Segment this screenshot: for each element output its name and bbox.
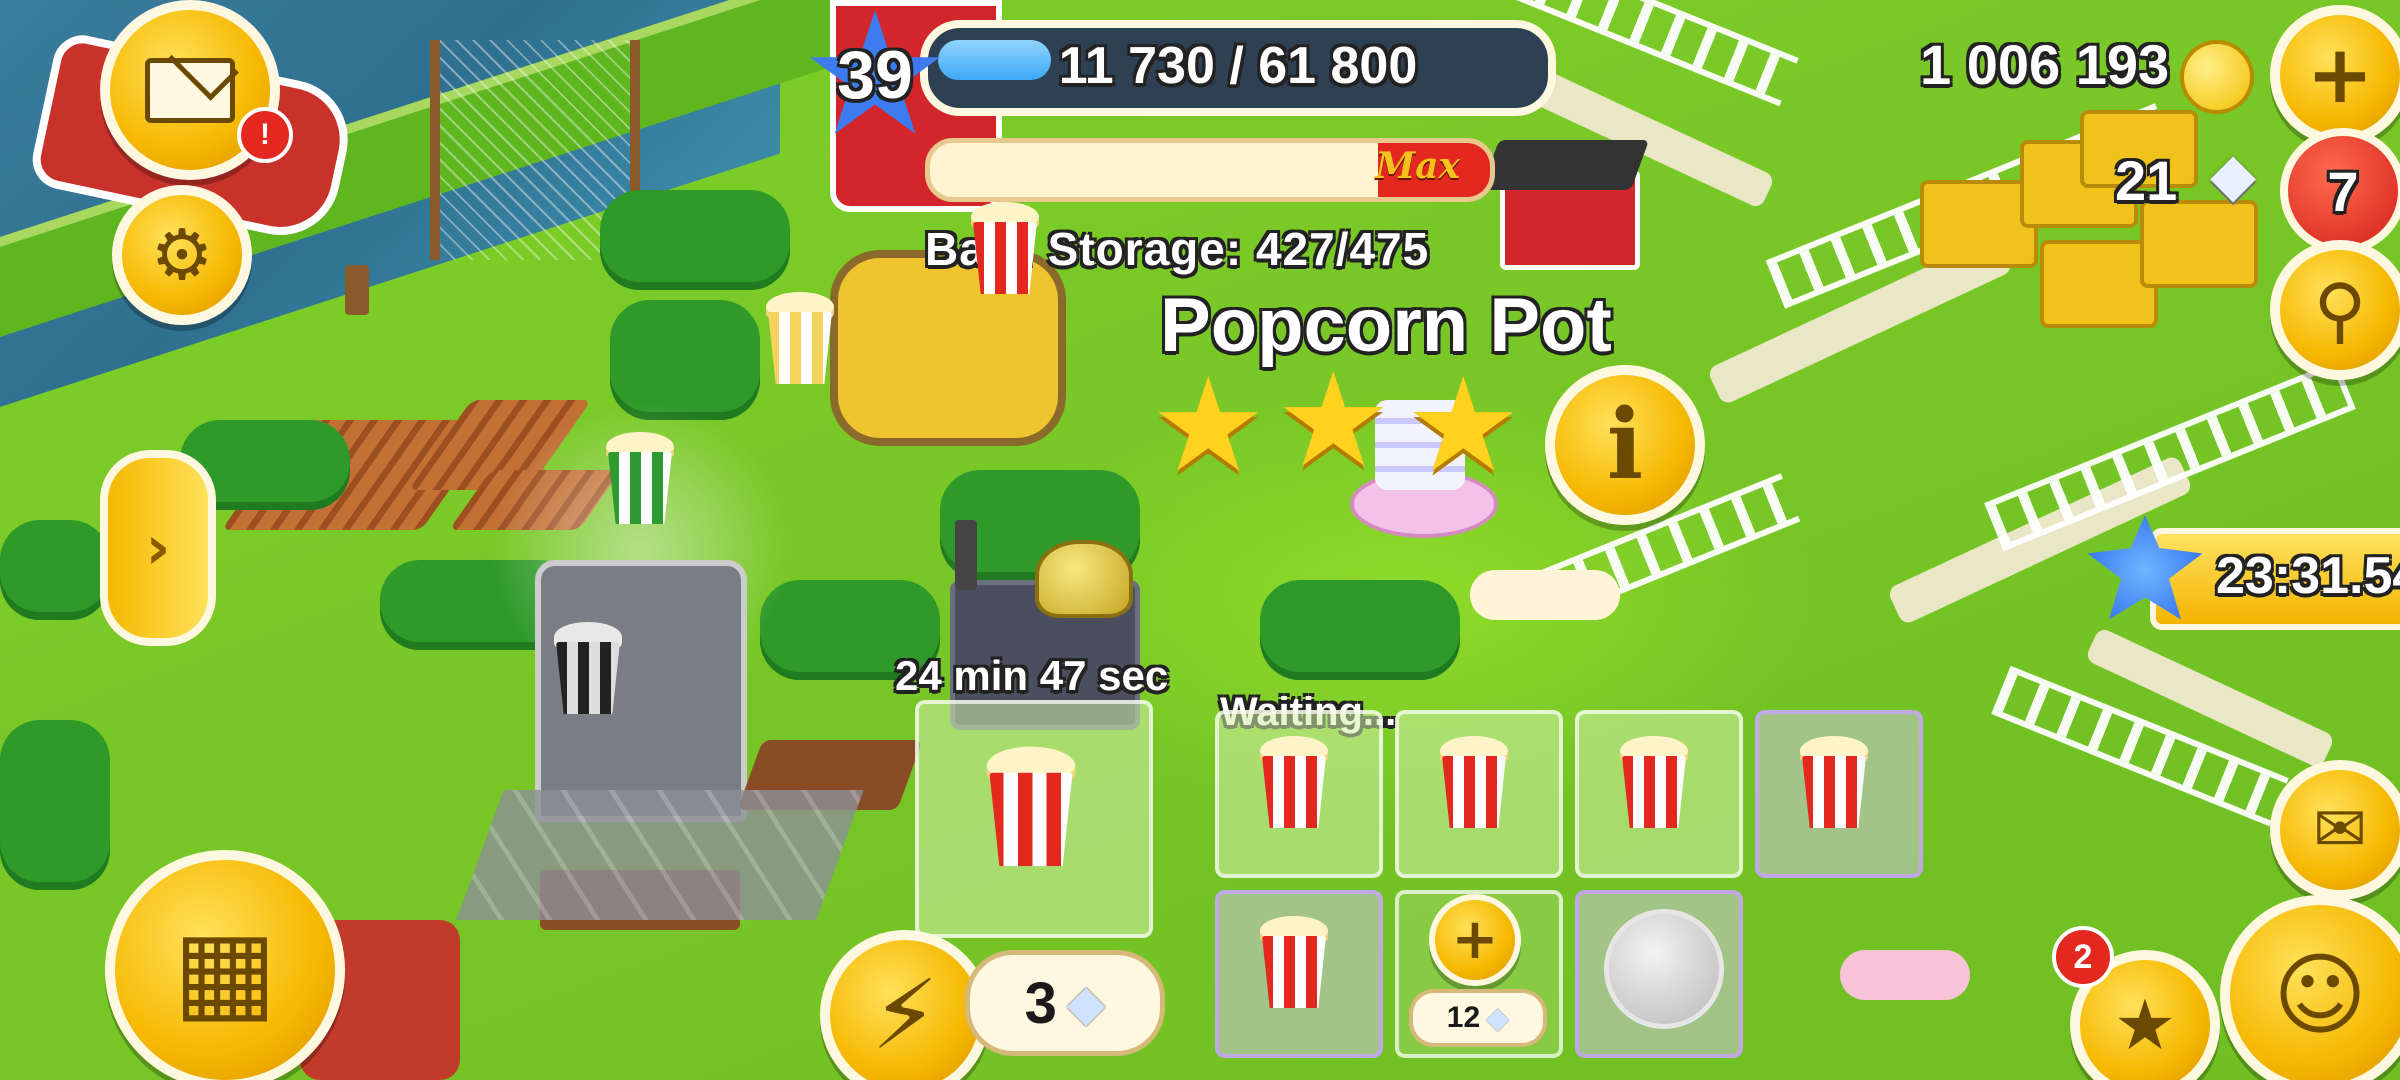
post <box>345 265 369 315</box>
map-icon: ✉ <box>2313 793 2367 867</box>
mail-alert-badge: ! <box>237 107 293 163</box>
coin-count: 1 006 193 <box>1920 33 2170 96</box>
fence <box>1984 360 2356 552</box>
diamond-icon: ◆ <box>1486 1000 1510 1036</box>
popcorn-item <box>1794 734 1874 829</box>
side-expand-button[interactable]: › <box>100 450 216 646</box>
bush <box>0 520 110 620</box>
unlock-cost-pill[interactable]: 12 ◆ <box>1409 989 1547 1047</box>
hay-bale <box>2140 200 2258 288</box>
friends-button[interactable]: ☺ <box>2220 895 2400 1080</box>
stone-floor <box>456 790 864 920</box>
coin-icon <box>2180 40 2254 114</box>
farm-scene[interactable]: ! ⚙ › ▦ 11 730 / 61 800 ★ 39 1 006 193 +… <box>0 0 2400 1080</box>
settings-button[interactable]: ⚙ <box>112 185 252 325</box>
add-slot[interactable]: + 12 ◆ <box>1395 890 1563 1058</box>
queue-slot[interactable] <box>1575 710 1743 878</box>
popcorn-recipe-item[interactable] <box>965 200 1055 310</box>
notification-button[interactable]: 7 <box>2280 128 2400 254</box>
gear-icon: ⚙ <box>150 214 214 296</box>
popcorn-item <box>979 744 1122 926</box>
queue-slot[interactable] <box>1215 890 1383 1058</box>
locked-slot[interactable] <box>1575 890 1743 1058</box>
buy-coins-button[interactable]: + <box>2270 5 2400 145</box>
cards-badge-count: 2 <box>2073 937 2093 976</box>
rating-star-3: ★ <box>1405 349 1522 501</box>
unlock-cost-value: 12 <box>1446 1001 1481 1034</box>
popcorn-pot[interactable] <box>1035 540 1133 618</box>
notification-count: 7 <box>2327 159 2359 223</box>
event-timer-banner[interactable]: 23:31.54 <box>2150 528 2400 630</box>
diamond-icon: ◆ <box>2210 140 2257 210</box>
event-timer-text: 23:31.54 <box>2216 547 2400 605</box>
envelope-icon <box>145 29 239 123</box>
map-button[interactable]: ✉ <box>2270 760 2400 900</box>
speedup-cost-value: 3 <box>1024 970 1057 1036</box>
queue-slot[interactable] <box>1755 710 1923 878</box>
plus-icon: + <box>1451 907 1499 972</box>
lightning-icon: ⚡ <box>871 959 939 1071</box>
xp-bar[interactable]: 11 730 / 61 800 <box>920 20 1556 116</box>
popcorn-item <box>1254 914 1334 1009</box>
flower-bed <box>1840 950 1970 1000</box>
fence <box>1991 665 2289 827</box>
production-timer: 24 min 47 sec <box>895 652 1169 699</box>
diamond-icon: ◆ <box>1066 974 1106 1032</box>
popcorn-item <box>1614 734 1694 829</box>
speedup-cost-pill[interactable]: 3 ◆ <box>965 950 1165 1056</box>
bush <box>1260 580 1460 680</box>
friends-icon: ☺ <box>2273 942 2367 1048</box>
barn-roof <box>1480 140 1650 190</box>
rating-star-1: ★ <box>1150 349 1267 501</box>
bush <box>600 190 790 290</box>
cards-badge: 2 <box>2052 926 2114 988</box>
stove-chimney <box>955 520 977 590</box>
flower-bed <box>1470 570 1620 620</box>
info-button[interactable]: i <box>1545 365 1705 525</box>
rating-star-2: ★ <box>1275 344 1392 496</box>
active-production-slot[interactable] <box>915 700 1153 938</box>
chevron-right-icon: › <box>145 513 171 583</box>
magnifier-icon: ⚲ <box>2313 268 2367 352</box>
info-icon: i <box>1606 388 1644 501</box>
add-slot-button[interactable]: + <box>1429 894 1521 986</box>
diamond-count: 21 <box>2115 149 2178 212</box>
chili-popcorn-recipe-item[interactable] <box>600 430 690 540</box>
locked-popcorn-recipe-item[interactable] <box>548 620 638 730</box>
cash-register-icon: ▦ <box>173 906 277 1034</box>
queue-slot[interactable] <box>1215 710 1383 878</box>
mascot-medal-icon <box>1604 909 1724 1029</box>
level-number: 39 <box>837 37 913 113</box>
mail-alert-text: ! <box>260 118 270 151</box>
level-star[interactable]: ★ 39 <box>799 0 951 160</box>
plus-icon: + <box>2306 28 2374 121</box>
popcorn-recipe-item[interactable] <box>760 290 850 400</box>
popcorn-item <box>1254 734 1334 829</box>
xp-text: 11 730 / 61 800 <box>1058 37 1418 95</box>
barn-storage-max: Max <box>1375 145 1460 187</box>
barn-storage-bar: Max <box>925 138 1495 202</box>
shop-button[interactable]: ▦ <box>105 850 345 1080</box>
search-button[interactable]: ⚲ <box>2270 240 2400 380</box>
queue-slot[interactable] <box>1395 710 1563 878</box>
popcorn-item <box>1434 734 1514 829</box>
cards-icon: ★ <box>2113 984 2177 1066</box>
bush <box>0 720 110 890</box>
